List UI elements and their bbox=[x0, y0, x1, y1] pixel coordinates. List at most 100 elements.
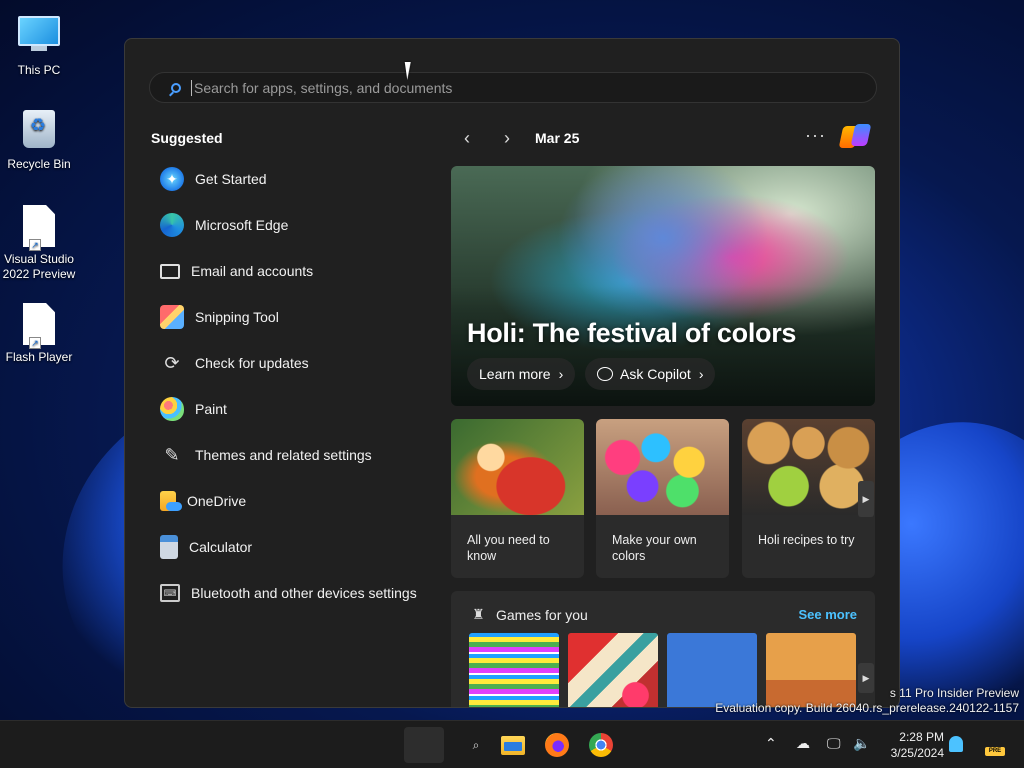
desktop-icon-label: This PC bbox=[17, 63, 61, 77]
games-next-button[interactable]: ▶ bbox=[858, 663, 874, 693]
game-tile[interactable] bbox=[667, 633, 757, 707]
game-tile[interactable] bbox=[568, 633, 658, 707]
chevron-right-icon: › bbox=[698, 366, 704, 382]
desktop-icon-label: Flash Player bbox=[5, 350, 73, 364]
watermark-line1: s 11 Pro Insider Preview bbox=[889, 686, 1019, 700]
suggested-item-label: Email and accounts bbox=[191, 263, 314, 279]
mouse-cursor bbox=[404, 62, 420, 80]
suggested-heading: Suggested bbox=[151, 130, 223, 146]
search-box[interactable] bbox=[149, 72, 877, 103]
card-caption: All you need to know bbox=[467, 533, 550, 563]
suggested-item-email-accounts[interactable]: Email and accounts bbox=[151, 248, 441, 294]
feed-card[interactable]: All you need to know bbox=[451, 419, 584, 578]
notification-bell-icon[interactable] bbox=[949, 736, 963, 752]
games-title: Games for you bbox=[496, 607, 588, 623]
suggested-item-label: Check for updates bbox=[195, 355, 309, 371]
desktop-icon-this-pc[interactable]: This PC bbox=[0, 10, 78, 78]
learn-more-button[interactable]: Learn more › bbox=[467, 358, 576, 390]
suggested-item-label: Bluetooth and other devices settings bbox=[191, 585, 417, 601]
start-button[interactable] bbox=[404, 727, 444, 763]
chevron-right-icon: › bbox=[504, 128, 510, 148]
card-image bbox=[742, 419, 875, 515]
desktop-icon-label: Visual Studio 2022 Preview bbox=[2, 252, 76, 281]
feed-card[interactable]: Make your own colors bbox=[596, 419, 729, 578]
suggested-item-check-updates[interactable]: ⟳ Check for updates bbox=[151, 340, 441, 386]
feed-date: Mar 25 bbox=[535, 130, 580, 146]
pre-badge-icon: PRE bbox=[985, 747, 1005, 756]
firefox-button[interactable] bbox=[537, 727, 577, 763]
suggested-item-bluetooth[interactable]: ⌨ Bluetooth and other devices settings bbox=[151, 570, 441, 616]
firefox-icon bbox=[545, 733, 569, 757]
cloud-offline-icon[interactable]: ☁ bbox=[796, 735, 810, 752]
cards-next-button[interactable]: ▶ bbox=[858, 481, 874, 517]
ask-copilot-label: Ask Copilot bbox=[620, 366, 691, 382]
devices-icon: ⌨ bbox=[160, 584, 180, 602]
card-caption: Holi recipes to try bbox=[758, 533, 855, 547]
see-more-link[interactable]: See more bbox=[798, 607, 857, 622]
suggested-item-calculator[interactable]: Calculator bbox=[151, 524, 441, 570]
file-shortcut-icon: ↗ bbox=[17, 205, 61, 251]
computer-icon bbox=[17, 16, 61, 60]
paint-palette-icon bbox=[160, 397, 184, 421]
mail-icon bbox=[160, 263, 180, 279]
desktop-icon-recycle-bin[interactable]: Recycle Bin bbox=[0, 107, 78, 172]
start-menu: Suggested ✦ Get Started Microsoft Edge E… bbox=[124, 38, 900, 708]
network-icon[interactable]: 🖵 bbox=[827, 735, 841, 752]
chat-bubble-icon bbox=[597, 367, 613, 381]
suggested-item-paint[interactable]: Paint bbox=[151, 386, 441, 432]
suggested-item-label: Calculator bbox=[189, 539, 253, 555]
chrome-button[interactable] bbox=[581, 727, 621, 763]
clock-time: 2:28 PM bbox=[899, 730, 944, 744]
chevron-left-icon: ‹ bbox=[464, 128, 470, 148]
feed-next-button[interactable]: › bbox=[497, 128, 517, 148]
learn-more-label: Learn more bbox=[479, 366, 551, 382]
search-input[interactable] bbox=[191, 80, 861, 96]
card-image bbox=[451, 419, 584, 515]
ask-copilot-button[interactable]: Ask Copilot › bbox=[585, 358, 716, 390]
more-options-button[interactable]: ··· bbox=[805, 125, 826, 146]
suggested-item-label: Themes and related settings bbox=[195, 447, 372, 463]
brush-icon: ✎ bbox=[164, 445, 180, 465]
game-tile[interactable] bbox=[469, 633, 559, 707]
clock[interactable]: 2:28 PM 3/25/2024 bbox=[880, 729, 944, 761]
feed-prev-button[interactable]: ‹ bbox=[457, 128, 477, 148]
suggested-item-label: Microsoft Edge bbox=[195, 217, 289, 233]
more-icon: ··· bbox=[805, 125, 826, 145]
snipping-tool-icon bbox=[160, 305, 184, 329]
desktop-icon-visual-studio[interactable]: ↗ Visual Studio 2022 Preview bbox=[0, 205, 78, 282]
taskbar-search-button[interactable]: ⌕ bbox=[456, 727, 496, 763]
edge-icon bbox=[160, 213, 184, 237]
hero-title: Holi: The festival of colors bbox=[467, 318, 797, 348]
suggested-item-onedrive[interactable]: OneDrive bbox=[151, 478, 441, 524]
suggested-item-label: OneDrive bbox=[187, 493, 247, 509]
desktop-icon-flash-player[interactable]: ↗ Flash Player bbox=[0, 303, 78, 365]
taskbar: ⌕ ⌃ ☁ 🖵 🔈 2:28 PM 3/25/2024 PRE bbox=[0, 720, 1024, 768]
volume-muted-icon[interactable]: 🔈 bbox=[853, 735, 870, 752]
card-caption: Make your own colors bbox=[612, 533, 697, 563]
suggested-item-label: Snipping Tool bbox=[195, 309, 279, 325]
get-started-icon: ✦ bbox=[160, 167, 184, 191]
play-right-icon: ▶ bbox=[862, 494, 870, 504]
hero-card[interactable]: Holi: The festival of colors Learn more … bbox=[451, 166, 875, 406]
suggested-item-snipping-tool[interactable]: Snipping Tool bbox=[151, 294, 441, 340]
onedrive-icon bbox=[160, 491, 182, 511]
clock-date: 3/25/2024 bbox=[890, 746, 944, 760]
chess-rook-icon: ♜ bbox=[472, 606, 485, 622]
search-icon: ⌕ bbox=[472, 737, 480, 752]
feed-card[interactable]: Holi recipes to try bbox=[742, 419, 875, 578]
suggested-item-label: Get Started bbox=[195, 171, 267, 187]
suggested-item-get-started[interactable]: ✦ Get Started bbox=[151, 156, 441, 202]
file-explorer-button[interactable] bbox=[493, 727, 533, 763]
refresh-icon: ⟳ bbox=[164, 353, 180, 373]
suggested-list: ✦ Get Started Microsoft Edge Email and a… bbox=[151, 156, 441, 616]
chevron-up-icon[interactable]: ⌃ bbox=[765, 735, 777, 752]
suggested-item-microsoft-edge[interactable]: Microsoft Edge bbox=[151, 202, 441, 248]
suggested-item-themes[interactable]: ✎ Themes and related settings bbox=[151, 432, 441, 478]
calculator-icon bbox=[160, 535, 178, 559]
recycle-bin-icon bbox=[17, 110, 61, 154]
copilot-icon[interactable] bbox=[838, 122, 872, 150]
game-tile[interactable] bbox=[766, 633, 856, 707]
chevron-right-icon: › bbox=[558, 366, 564, 382]
card-image bbox=[596, 419, 729, 515]
suggested-item-label: Paint bbox=[195, 401, 227, 417]
